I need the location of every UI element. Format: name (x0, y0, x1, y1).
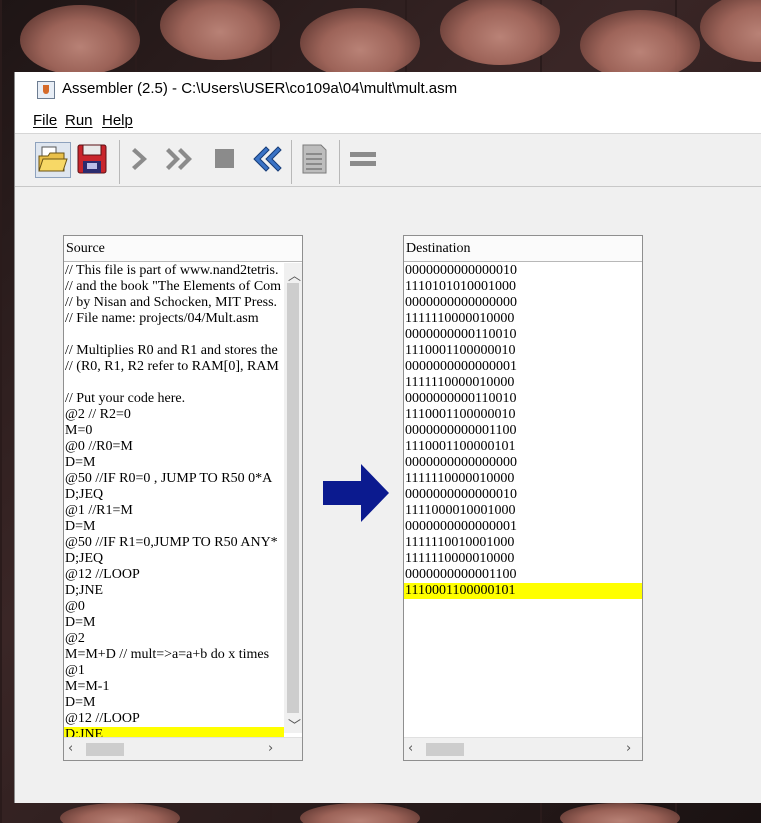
source-line[interactable]: @1 (64, 663, 284, 679)
source-line[interactable]: // and the book "The Elements of Com (64, 279, 284, 295)
translation-format-button[interactable] (345, 142, 381, 178)
scroll-left-icon[interactable]: ‹ (68, 741, 73, 756)
java-app-icon (37, 81, 55, 99)
scroll-left-icon[interactable]: ‹ (408, 741, 413, 756)
destination-code-list[interactable]: 0000000000000010 1110101010001000 00000000… (404, 263, 642, 599)
source-line[interactable] (64, 327, 284, 343)
menu-run[interactable]: Run (65, 112, 93, 129)
source-line[interactable]: @12 //LOOP (64, 567, 284, 583)
title-bar[interactable]: Assembler (2.5) - C:\Users\USER\co109a\0… (15, 72, 761, 108)
source-line[interactable]: D;JEQ (64, 487, 284, 503)
source-line[interactable]: D=M (64, 455, 284, 471)
source-line[interactable]: @50 //IF R1=0,JUMP TO R50 ANY* (64, 535, 284, 551)
source-line[interactable]: D;JEQ (64, 551, 284, 567)
fast-forward-button[interactable] (165, 142, 201, 178)
rewind-icon (253, 146, 282, 172)
source-vertical-scrollbar[interactable]: ︿ ﹀ (284, 263, 302, 734)
toolbar-separator (339, 140, 340, 184)
destination-line[interactable]: 1111110010001000 (404, 535, 642, 551)
source-line[interactable]: @0 (64, 599, 284, 615)
menu-file[interactable]: File (33, 112, 57, 129)
toolbar-separator (291, 140, 292, 184)
open-file-button[interactable] (35, 142, 71, 178)
open-file-icon (38, 146, 68, 172)
scroll-up-icon[interactable]: ︿ (288, 265, 301, 284)
source-line[interactable]: M=0 (64, 423, 284, 439)
destination-line[interactable]: 0000000000000010 (404, 487, 642, 503)
source-line[interactable]: // File name: projects/04/Mult.asm (64, 311, 284, 327)
translation-arrow-icon (323, 464, 389, 522)
destination-header: Destination (404, 236, 642, 262)
destination-line[interactable]: 0000000000001100 (404, 567, 642, 583)
source-line[interactable]: M=M-1 (64, 679, 284, 695)
source-line[interactable]: D;JNE (64, 583, 284, 599)
source-line[interactable]: D=M (64, 615, 284, 631)
scroll-right-icon[interactable]: › (626, 741, 631, 756)
destination-line[interactable]: 1110101010001000 (404, 279, 642, 295)
scroll-thumb[interactable] (86, 743, 124, 756)
toolbar (15, 134, 761, 187)
single-step-button[interactable] (125, 142, 161, 178)
destination-line[interactable]: 1110001100000010 (404, 407, 642, 423)
destination-line[interactable]: 1111110000010000 (404, 471, 642, 487)
source-line[interactable]: // (R0, R1, R2 refer to RAM[0], RAM (64, 359, 284, 375)
wallpaper-top (0, 0, 761, 72)
source-line[interactable]: // by Nisan and Schocken, MIT Press. (64, 295, 284, 311)
scroll-thumb[interactable] (287, 283, 299, 713)
fast-forward-icon (166, 148, 192, 170)
destination-line[interactable]: 0000000000110010 (404, 327, 642, 343)
source-line[interactable]: // Multiplies R0 and R1 and stores the (64, 343, 284, 359)
source-line[interactable]: M=M+D // mult=>a=a+b do x times (64, 647, 284, 663)
source-line[interactable] (64, 375, 284, 391)
wallpaper-bottom (0, 803, 761, 823)
rewind-button[interactable] (249, 142, 285, 178)
destination-line[interactable]: 1111110000010000 (404, 311, 642, 327)
destination-line[interactable]: 0000000000000010 (404, 263, 642, 279)
source-code-list[interactable]: // This file is part of www.nand2tetris.… (64, 263, 284, 743)
source-line[interactable]: @12 //LOOP (64, 711, 284, 727)
destination-line[interactable]: 0000000000000000 (404, 295, 642, 311)
destination-line[interactable]: 0000000000000001 (404, 359, 642, 375)
source-panel: Source // This file is part of www.nand2… (63, 235, 303, 761)
destination-line[interactable]: 1111110000010000 (404, 375, 642, 391)
source-line[interactable]: D=M (64, 695, 284, 711)
scroll-down-icon[interactable]: ﹀ (288, 715, 301, 734)
save-button[interactable] (75, 142, 111, 178)
destination-line[interactable]: 0000000000000001 (404, 519, 642, 535)
source-header: Source (64, 236, 302, 262)
source-line[interactable]: // Put your code here. (64, 391, 284, 407)
compare-file-button[interactable] (297, 142, 333, 178)
destination-line[interactable]: 1111000010001000 (404, 503, 642, 519)
menu-bar: File Run Help (15, 108, 761, 134)
destination-line[interactable]: 1110001100000010 (404, 343, 642, 359)
source-line[interactable]: @1 //R1=M (64, 503, 284, 519)
toolbar-separator (119, 140, 120, 184)
source-line[interactable]: D=M (64, 519, 284, 535)
scroll-right-icon[interactable]: › (268, 741, 273, 756)
compare-file-icon (302, 144, 327, 174)
source-line[interactable]: // This file is part of www.nand2tetris. (64, 263, 284, 279)
destination-line[interactable]: 1111110000010000 (404, 551, 642, 567)
source-horizontal-scrollbar[interactable]: ‹ › (64, 737, 302, 760)
source-line[interactable]: @50 //IF R0=0 , JUMP TO R50 0*A (64, 471, 284, 487)
destination-horizontal-scrollbar[interactable]: ‹ › (404, 737, 642, 760)
scroll-thumb[interactable] (426, 743, 464, 756)
destination-line[interactable]: 1110001100000101 (404, 583, 642, 599)
destination-line[interactable]: 0000000000110010 (404, 391, 642, 407)
assembler-window: Assembler (2.5) - C:\Users\USER\co109a\0… (14, 72, 761, 803)
destination-line[interactable]: 0000000000000000 (404, 455, 642, 471)
translation-format-icon (350, 152, 376, 166)
single-step-icon (132, 148, 147, 170)
destination-line[interactable]: 1110001100000101 (404, 439, 642, 455)
window-title: Assembler (2.5) - C:\Users\USER\co109a\0… (62, 80, 458, 97)
menu-help[interactable]: Help (102, 112, 133, 129)
destination-line[interactable]: 0000000000001100 (404, 423, 642, 439)
destination-panel: Destination 0000000000000010 111010101000… (403, 235, 643, 761)
source-line[interactable]: @0 //R0=M (64, 439, 284, 455)
save-icon (77, 144, 107, 174)
stop-button[interactable] (207, 142, 243, 178)
stop-icon (215, 149, 234, 168)
source-line[interactable]: @2 // R2=0 (64, 407, 284, 423)
source-line[interactable]: @2 (64, 631, 284, 647)
